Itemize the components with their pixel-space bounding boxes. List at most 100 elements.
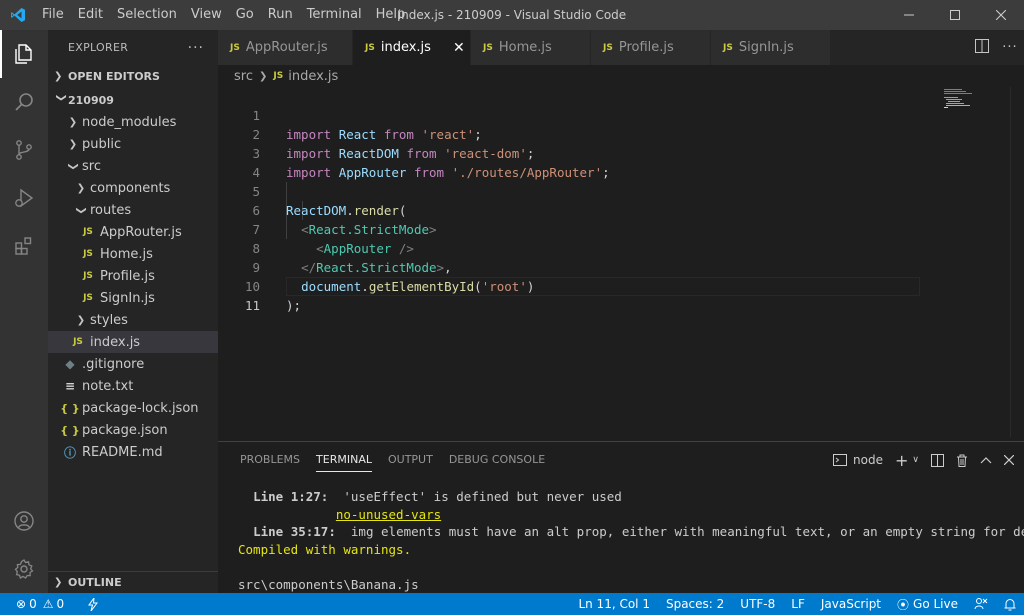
tree-item-components[interactable]: ❯ components — [48, 177, 218, 199]
code-editor[interactable]: 1 import React from 'react'; 2 import Re… — [218, 87, 1024, 437]
feedback-icon[interactable] — [966, 593, 996, 615]
indentation[interactable]: Spaces: 2 — [658, 593, 732, 615]
go-live-label: Go Live — [913, 597, 958, 611]
menu-file[interactable]: File — [35, 0, 71, 30]
project-section[interactable]: ❯ 210909 — [48, 89, 218, 111]
tree-item-styles[interactable]: ❯ styles — [48, 309, 218, 331]
tree-item-package-json[interactable]: { } package.json — [48, 419, 218, 441]
menu-help[interactable]: Help — [369, 0, 413, 30]
lightning-icon[interactable] — [80, 593, 106, 615]
explorer-title: EXPLORER — [68, 41, 129, 54]
breadcrumb-file[interactable]: index.js — [288, 69, 338, 84]
lint-rule-link[interactable]: no-unused-vars — [336, 507, 441, 522]
code-line: 5 ReactDOM.render( — [218, 163, 918, 218]
tab-approuter-js[interactable]: JS AppRouter.js — [218, 30, 353, 65]
code-line: 1 import React from 'react'; — [218, 87, 918, 142]
tree-item-label: note.txt — [82, 378, 134, 394]
tab-output[interactable]: OUTPUT — [388, 442, 433, 478]
code-line: 10 ); — [218, 258, 918, 313]
close-window-icon[interactable] — [978, 0, 1024, 30]
terminal-selector[interactable]: node — [833, 453, 883, 467]
tab-problems[interactable]: PROBLEMS — [240, 442, 300, 478]
js-file-icon: JS — [73, 337, 83, 347]
menu-view[interactable]: View — [184, 0, 229, 30]
encoding[interactable]: UTF-8 — [732, 593, 783, 615]
chevron-right-icon: ❯ — [68, 116, 78, 128]
panel-actions: node + ∨ — [821, 442, 1014, 478]
outline-section[interactable]: ❯ OUTLINE — [48, 571, 218, 593]
chevron-right-icon: ❯ — [54, 577, 63, 588]
tab-index-js[interactable]: JS index.js ✕ — [353, 30, 471, 65]
tab-home-js[interactable]: JS Home.js — [471, 30, 591, 65]
breadcrumb-folder[interactable]: src — [234, 69, 253, 84]
tree-item-profile-js[interactable]: JS Profile.js — [48, 265, 218, 287]
problems-indicator[interactable]: ⊗ 0 ⚠ 0 — [12, 593, 72, 615]
activity-bar — [0, 30, 48, 593]
tree-item-node-modules[interactable]: ❯ node_modules — [48, 111, 218, 133]
tree-item-label: Home.js — [100, 246, 153, 262]
menu-edit[interactable]: Edit — [71, 0, 110, 30]
tree-item-label: public — [82, 136, 122, 152]
tree-item-gitignore[interactable]: ◆ .gitignore — [48, 353, 218, 375]
terminal-output[interactable]: Line 1:27: 'useEffect' is defined but ne… — [238, 488, 1024, 593]
go-live-button[interactable]: ⦿ Go Live — [889, 593, 966, 615]
json-file-icon: { } — [60, 401, 80, 415]
tab-terminal[interactable]: TERMINAL — [316, 442, 372, 478]
menu-go[interactable]: Go — [229, 0, 261, 30]
terminal-icon — [833, 454, 848, 466]
warning-message: 'useEffect' is defined but never used — [328, 489, 622, 504]
tree-item-home-js[interactable]: JS Home.js — [48, 243, 218, 265]
menu-selection[interactable]: Selection — [110, 0, 184, 30]
tree-item-src[interactable]: ❯ src — [48, 155, 218, 177]
trash-icon[interactable] — [956, 454, 968, 467]
search-icon[interactable] — [0, 78, 48, 126]
extensions-icon[interactable] — [0, 222, 48, 270]
minimize-icon[interactable] — [886, 0, 932, 30]
editor-scrollbar[interactable] — [1010, 87, 1024, 437]
tree-item-index-js[interactable]: JS index.js — [48, 331, 218, 353]
run-debug-icon[interactable] — [0, 174, 48, 222]
settings-gear-icon[interactable] — [0, 545, 48, 593]
tree-item-package-lock-json[interactable]: { } package-lock.json — [48, 397, 218, 419]
language-mode[interactable]: JavaScript — [813, 593, 889, 615]
terminal-name: node — [853, 453, 883, 467]
open-editors-section[interactable]: ❯ OPEN EDITORS — [48, 65, 218, 87]
tree-item-label: node_modules — [82, 114, 177, 130]
code-line: 3 import AppRouter from './routes/AppRou… — [218, 125, 918, 180]
new-terminal-icon[interactable]: + — [895, 451, 908, 470]
split-editor-icon[interactable] — [968, 38, 996, 57]
close-tab-icon[interactable]: ✕ — [453, 40, 465, 56]
minimap[interactable] — [934, 87, 994, 117]
source-control-icon[interactable] — [0, 126, 48, 174]
account-icon[interactable] — [0, 497, 48, 545]
maximize-icon[interactable] — [932, 0, 978, 30]
chevron-up-icon[interactable] — [980, 456, 992, 464]
close-panel-icon[interactable] — [1004, 455, 1014, 465]
tree-item-note-txt[interactable]: ≡ note.txt — [48, 375, 218, 397]
tree-item-public[interactable]: ❯ public — [48, 133, 218, 155]
git-file-icon: ◆ — [65, 357, 75, 371]
explorer-icon[interactable] — [0, 30, 48, 78]
code-line: 7 <AppRouter /> — [218, 201, 918, 256]
tree-item-readme-md[interactable]: ⓘ README.md — [48, 441, 218, 463]
tab-signin-js[interactable]: JS SignIn.js — [711, 30, 831, 65]
more-actions-icon[interactable]: ··· — [996, 40, 1024, 55]
tree-item-routes[interactable]: ❯ routes — [48, 199, 218, 221]
line-ending[interactable]: LF — [783, 593, 813, 615]
menu-terminal[interactable]: Terminal — [300, 0, 369, 30]
tab-profile-js[interactable]: JS Profile.js — [591, 30, 711, 65]
tab-debug-console[interactable]: DEBUG CONSOLE — [449, 442, 545, 478]
tree-item-signin-js[interactable]: JS SignIn.js — [48, 287, 218, 309]
terminal-line-6: src\components\Banana.js — [238, 576, 419, 592]
split-terminal-icon[interactable] — [931, 453, 944, 467]
chevron-right-icon: ❯ — [54, 70, 63, 82]
warning-icon: ⚠ — [42, 597, 54, 611]
more-actions-icon[interactable]: ··· — [188, 40, 204, 56]
cursor-position[interactable]: Ln 11, Col 1 — [570, 593, 658, 615]
tree-item-approuter-js[interactable]: JS AppRouter.js — [48, 221, 218, 243]
chevron-down-icon[interactable]: ∨ — [912, 455, 919, 465]
menu-run[interactable]: Run — [261, 0, 300, 30]
terminal-line-5 — [238, 558, 1024, 576]
notifications-bell-icon[interactable] — [996, 593, 1024, 615]
chevron-down-icon: ❯ — [75, 205, 87, 215]
